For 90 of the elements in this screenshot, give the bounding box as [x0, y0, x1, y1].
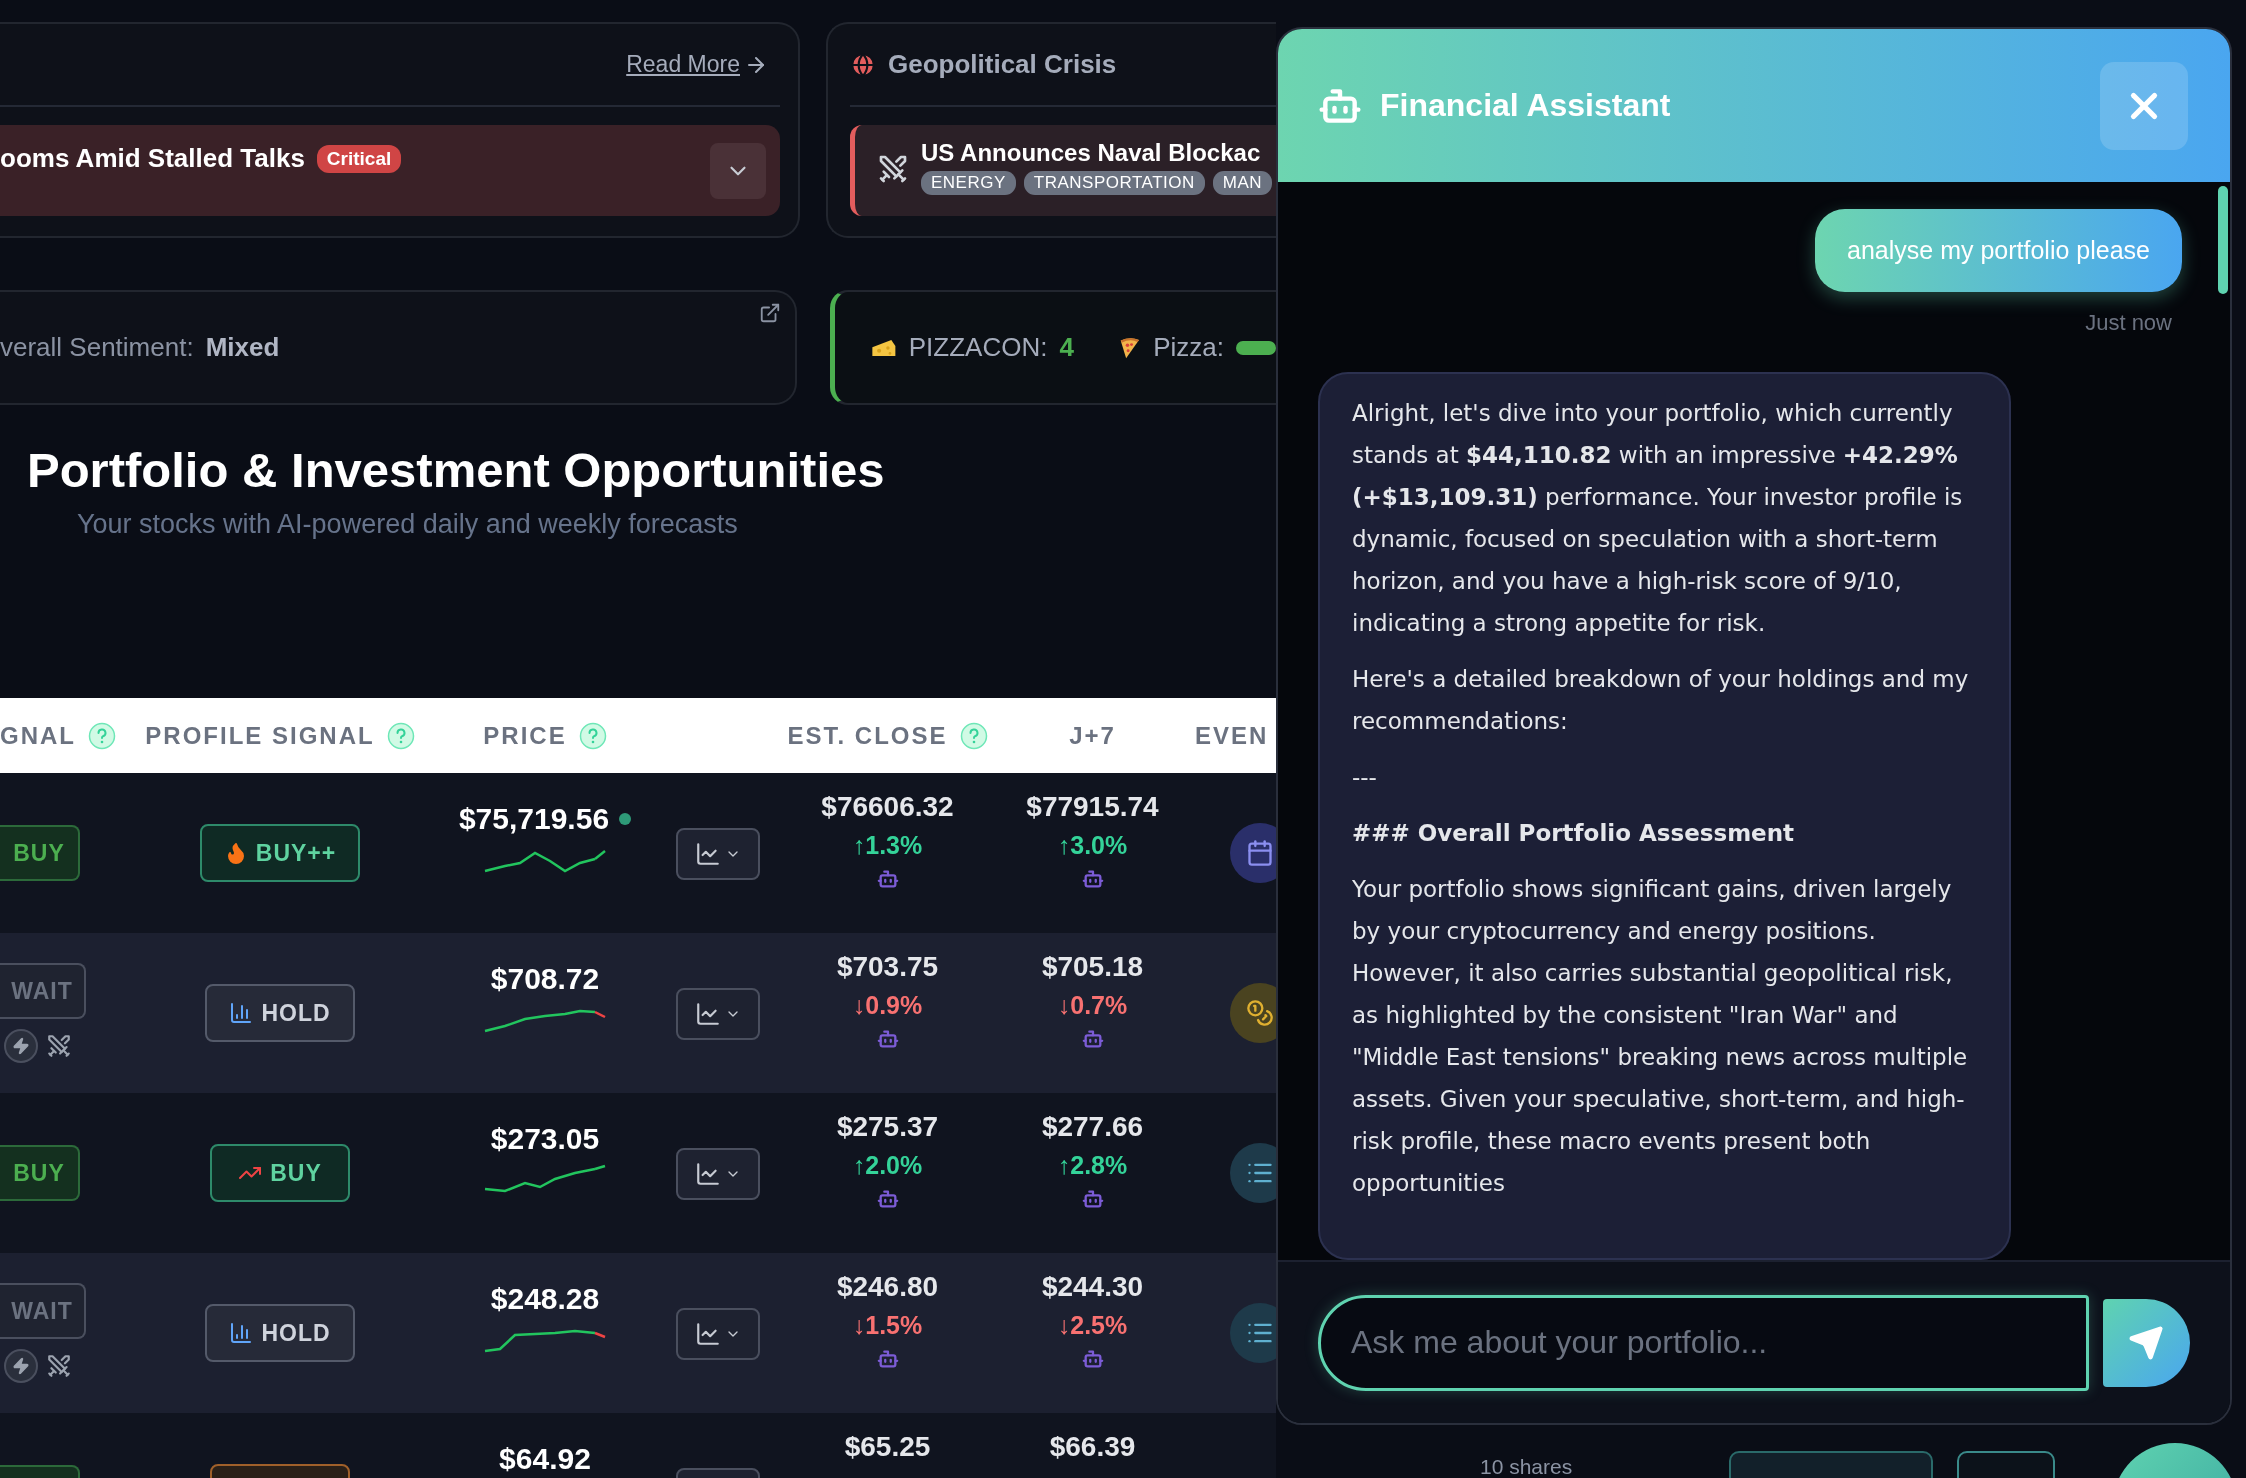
forecast-change: ↓0.9% [852, 991, 923, 1020]
chart-dropdown-button[interactable] [675, 828, 760, 880]
shares-count: 10 shares [1480, 1455, 1573, 1478]
robot-icon [876, 1028, 899, 1050]
section-title: Portfolio & Investment Opportunities [27, 442, 886, 499]
robot-icon [876, 1188, 899, 1210]
message-paragraph: Alright, let's dive into your portfolio, which currently stands at $44,110.82 with an impressive +42.29% (+$13,109.31) performance. Your investor profile is dynamic, focused on speculation with a short-term horizon, and you have a high-risk score of 9/10, indicating a strong appetite for risk. [1352, 399, 1964, 638]
profile-signal-button[interactable]: HOLD [205, 1304, 355, 1362]
chart-dropdown-button[interactable] [675, 988, 760, 1040]
bar-chart-icon [229, 1001, 254, 1025]
severity-badge: Critical [316, 145, 402, 173]
forecast-change: ↑3.0% [1057, 831, 1128, 860]
robot-icon [1081, 868, 1104, 890]
profile-signal-button[interactable]: BUY++ [199, 824, 361, 882]
price: $64.92 [499, 1443, 591, 1475]
column-header: PROFILE SIGNAL [145, 721, 375, 750]
calendar-icon[interactable] [1230, 823, 1276, 883]
message-rule: --- [1352, 763, 1378, 792]
forecast-price: $244.30 [1041, 1271, 1144, 1303]
news-headline: ooms Amid Stalled Talks [0, 143, 305, 174]
read-more-link[interactable]: Read More [626, 51, 768, 78]
forecast-price: $246.80 [836, 1271, 939, 1303]
sector-tag: ENERGY [921, 171, 1016, 195]
external-link-icon[interactable] [759, 302, 781, 324]
section-subtitle: Your stocks with AI-powered daily and weekly forecasts [77, 508, 739, 540]
card-title: Geopolitical Crisis [888, 49, 1117, 80]
forecast-price: $705.18 [1041, 951, 1144, 983]
price: $248.28 [490, 1283, 600, 1315]
bar-chart-icon [229, 1321, 254, 1345]
price: $708.72 [490, 963, 600, 995]
column-header: GNAL [0, 721, 76, 750]
scrollbar-thumb[interactable] [2218, 186, 2228, 294]
robot-icon [1081, 1348, 1104, 1370]
signal-button[interactable]: BUY [0, 825, 80, 881]
swords-icon [877, 153, 909, 185]
robot-icon [876, 1348, 899, 1370]
forecast-price: $76606.32 [821, 791, 954, 823]
profile-signal-button[interactable]: HOLD [205, 984, 355, 1042]
forecast-change: ↑2.0% [852, 1151, 923, 1180]
chart-dropdown-button[interactable] [675, 1148, 760, 1200]
profile-signal-button[interactable]: BUY [210, 1144, 350, 1202]
crisis-headline: US Announces Naval Blockac [921, 139, 1262, 167]
forecast-price: $66.39 [1049, 1431, 1136, 1463]
forecast-price: $77915.74 [1026, 791, 1159, 823]
message-heading: ### Overall Portfolio Assessment [1352, 819, 1796, 848]
signal-button[interactable]: BUY [0, 1145, 80, 1201]
column-header: EST. CLOSE [787, 721, 948, 750]
pizza-label: Pizza: [1153, 332, 1224, 363]
forecast-price: $703.75 [836, 951, 939, 983]
pizzacon-label: PIZZACON: [908, 332, 1048, 363]
pizzacon-value: 4 [1059, 332, 1074, 363]
forecast-change: ↓2.5% [1057, 1311, 1128, 1340]
sector-tag: MAN [1212, 171, 1273, 195]
send-button[interactable] [2102, 1298, 2190, 1387]
message-time: Just now [2085, 310, 2172, 336]
forecast-price: $275.37 [836, 1111, 939, 1143]
chat-input-field[interactable]: Ask me about your portfolio... [1318, 1294, 2089, 1391]
list-icon[interactable] [1230, 1143, 1276, 1203]
line-chart-icon [694, 1001, 721, 1027]
crisis-item[interactable]: US Announces Naval Blockac ENERGY TRANSPORTATION MAN [850, 125, 1276, 216]
line-chart-icon [694, 1321, 721, 1347]
sentiment-value: Mixed [205, 332, 280, 363]
line-chart-icon [694, 841, 721, 867]
chart-dropdown-button[interactable] [675, 1308, 760, 1360]
pizza-meter [1236, 340, 1276, 355]
forecast-change: ↑1.3% [852, 831, 923, 860]
column-header: PRICE [483, 721, 567, 750]
sector-tag: TRANSPORTATION [1023, 171, 1205, 195]
message-paragraph: Your portfolio shows significant gains, driven largely by your cryptocurrency and energy positions. However, it also carries substantial geopolitical risk, as highlighted by the consistent "Iran War" and "Middle East tensions" breaking news across multiple assets. Given your speculative, short-term, and high-risk profile, these macro events present both opportunities [1352, 875, 1969, 1198]
list-icon[interactable] [1230, 1303, 1276, 1363]
forecast-change: ↓1.5% [852, 1311, 923, 1340]
price: $75,719.56 [458, 803, 610, 835]
forecast-price: $65.25 [844, 1431, 931, 1463]
news-item[interactable]: ooms Amid Stalled Talks Critical [0, 125, 780, 216]
robot-icon [1081, 1028, 1104, 1050]
sentiment-label: verall Sentiment: [0, 332, 194, 363]
chat-title: Financial Assistant [1380, 87, 1671, 124]
forecast-price: $277.66 [1041, 1111, 1144, 1143]
forecast-change: ↑2.8% [1057, 1151, 1128, 1180]
send-icon [2128, 1324, 2165, 1361]
forecast-change: ↓0.7% [1057, 991, 1128, 1020]
robot-icon [876, 868, 899, 890]
price: $273.05 [490, 1123, 600, 1155]
column-header: J+7 [1069, 721, 1116, 750]
coins-icon[interactable] [1230, 983, 1276, 1043]
message-paragraph: Here's a detailed breakdown of your holdings and my recommendations: [1352, 665, 1970, 736]
robot-icon [1081, 1188, 1104, 1210]
line-chart-icon [694, 1161, 721, 1187]
column-header: EVEN [1195, 721, 1269, 750]
user-message: analyse my portfolio please [1815, 209, 2182, 292]
